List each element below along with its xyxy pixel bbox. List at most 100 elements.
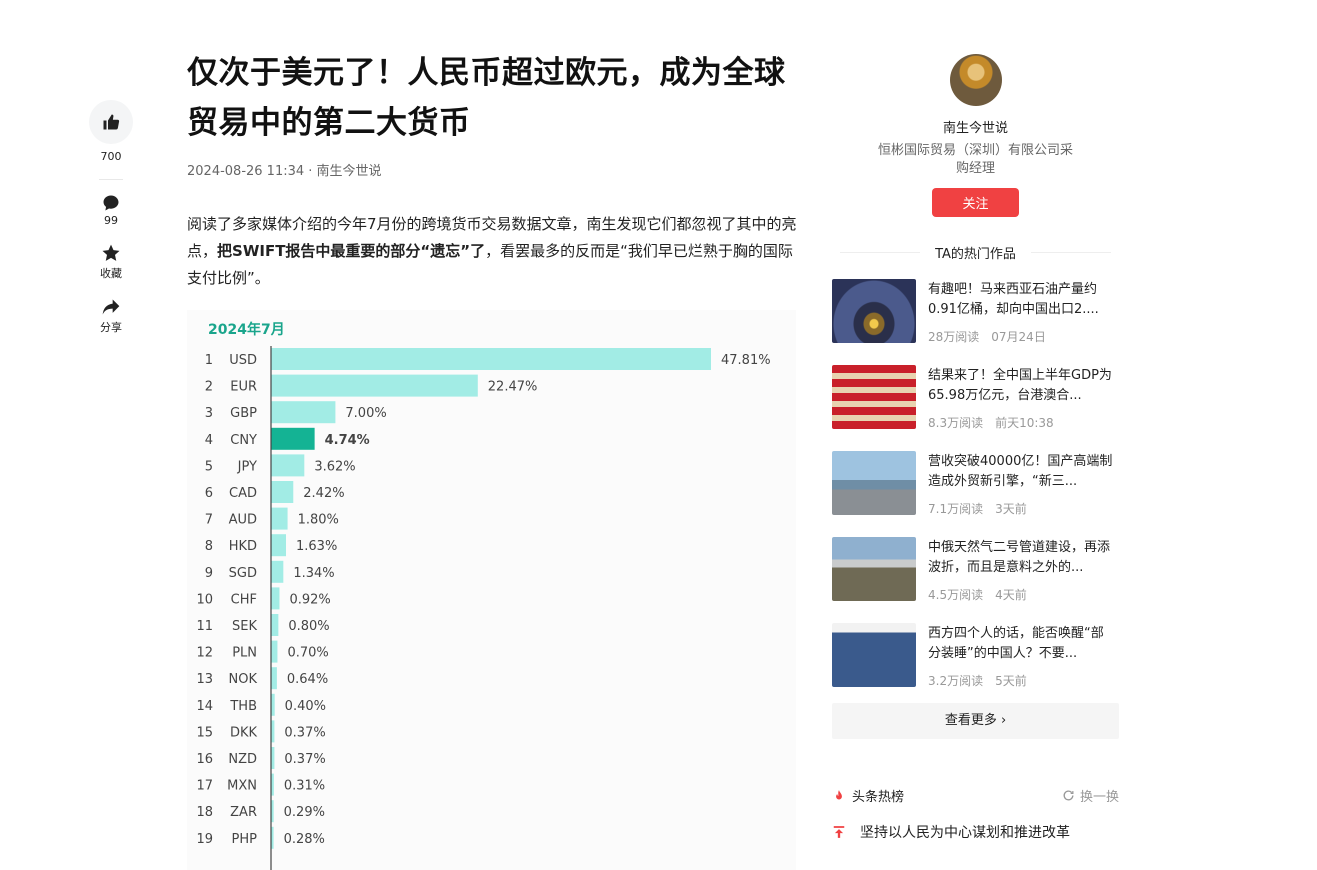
thumbnail-newspaper	[832, 365, 916, 429]
bar-chf	[271, 587, 280, 610]
author-name[interactable]: 南生今世说	[832, 117, 1119, 136]
rank-label: 10	[196, 592, 213, 607]
rank-label: 15	[196, 725, 213, 740]
currency-label: SGD	[229, 566, 257, 581]
bar-sek	[271, 614, 279, 636]
list-item-date: 5天前	[995, 674, 1027, 688]
follow-button[interactable]: 关注	[932, 188, 1019, 217]
pin-top-icon	[833, 826, 845, 838]
flame-icon	[836, 789, 842, 799]
like-button[interactable]	[89, 100, 133, 144]
list-item-title: 有趣吧！马来西亚石油产量约0.91亿桶，却向中国出口2....	[928, 282, 1099, 317]
rank-label: 5	[205, 459, 213, 474]
thumbnail-speaker	[832, 623, 916, 687]
paragraph-bold-text: 把SWIFT报告中最重要的部分“遗忘”了	[217, 242, 486, 260]
list-item-meta: 3.2万阅读 5天前	[928, 672, 1116, 689]
rank-label: 1	[205, 353, 213, 368]
refresh-button[interactable]: 换一换	[1062, 786, 1119, 805]
currency-label: PLN	[232, 646, 257, 661]
currency-label: NZD	[228, 752, 257, 767]
share-label: 分享	[100, 321, 122, 334]
list-item-views: 3.2万阅读	[928, 674, 984, 688]
currency-label: CNY	[230, 433, 257, 448]
bar-aud	[271, 507, 288, 530]
currency-label: ZAR	[230, 805, 257, 820]
value-label: 0.80%	[288, 619, 329, 634]
author-avatar[interactable]	[949, 54, 1002, 106]
currency-label: HKD	[229, 539, 257, 554]
value-label: 3.62%	[314, 459, 355, 474]
value-label: 0.64%	[287, 672, 328, 687]
list-item-views: 8.3万阅读	[928, 416, 984, 430]
share-button[interactable]: 分享	[88, 297, 134, 335]
list-item-title: 结果来了！全中国上半年GDP为65.98万亿元，台港澳合...	[928, 368, 1112, 403]
currency-label: MXN	[227, 779, 257, 794]
see-more-label: 查看更多	[944, 713, 997, 728]
bar-cad	[271, 481, 294, 503]
value-label: 0.31%	[284, 779, 325, 794]
bar-sgd	[271, 560, 284, 583]
see-more-button[interactable]: 查看更多 ›	[832, 703, 1119, 739]
comment-button[interactable]: 99	[88, 194, 134, 227]
article-meta: 2024-08-26 11:34 · 南生今世说	[187, 164, 382, 179]
value-label: 22.47%	[488, 380, 538, 395]
list-item[interactable]: 营收突破40000亿！国产高端制造成外贸新引擎，“新三... 7.1万阅读 3天前	[832, 451, 1119, 516]
value-label: 0.70%	[287, 646, 328, 661]
list-item[interactable]: 有趣吧！马来西亚石油产量约0.91亿桶，却向中国出口2.... 28万阅读 07月…	[832, 279, 1119, 344]
currency-label: CAD	[229, 486, 257, 501]
toplist-header: 头条热榜 换一换	[832, 786, 1119, 805]
rank-label: 19	[196, 832, 213, 847]
hot-works-list: 有趣吧！马来西亚石油产量约0.91亿桶，却向中国出口2.... 28万阅读 07月…	[832, 279, 1119, 689]
comment-icon	[103, 195, 119, 211]
refresh-label: 换一换	[1079, 790, 1119, 805]
list-item-date: 3天前	[995, 502, 1027, 516]
rank-label: 17	[196, 779, 213, 794]
refresh-icon	[1063, 790, 1074, 801]
author-bio: 恒彬国际贸易（深圳）有限公司采购经理	[877, 143, 1073, 176]
thumbnail-oil-drop	[832, 279, 916, 343]
list-item[interactable]: 中俄天然气二号管道建设，再添波折，而且是意料之外的... 4.5万阅读 4天前	[832, 537, 1119, 603]
thumbnail-pipeline	[832, 537, 916, 601]
list-item-date: 前天10:38	[995, 416, 1054, 430]
list-item-date: 4天前	[995, 588, 1027, 602]
list-item[interactable]: 结果来了！全中国上半年GDP为65.98万亿元，台港澳合... 8.3万阅读 前天…	[832, 365, 1119, 431]
rank-label: 12	[196, 646, 213, 661]
like-count: 700	[100, 150, 122, 163]
list-item-meta: 8.3万阅读 前天10:38	[928, 414, 1116, 431]
toplist-item[interactable]: 坚持以人民为中心谋划和推进改革	[832, 822, 1119, 842]
currency-label: NOK	[229, 672, 258, 687]
currency-label: CHF	[231, 592, 257, 607]
value-label: 7.00%	[345, 406, 386, 421]
list-item-meta: 4.5万阅读 4天前	[928, 586, 1116, 603]
currency-label: JPY	[237, 459, 257, 474]
value-label: 47.81%	[721, 353, 771, 368]
bar-pln	[271, 640, 278, 663]
article: 仅次于美元了！人民币超过欧元，成为全球贸易中的第二大货币 2024-08-26 …	[187, 48, 799, 292]
rank-label: 6	[205, 486, 213, 501]
list-item-title: 西方四个人的话，能否唤醒“部分装睡”的中国人？不要...	[928, 626, 1104, 661]
bar-hkd	[271, 534, 287, 557]
value-label: 1.63%	[296, 539, 337, 554]
list-item-views: 7.1万阅读	[928, 502, 984, 516]
currency-label: PHP	[232, 832, 258, 847]
rank-label: 8	[205, 539, 213, 554]
list-item[interactable]: 西方四个人的话，能否唤醒“部分装睡”的中国人？不要... 3.2万阅读 5天前	[832, 623, 1119, 689]
value-label: 0.37%	[284, 752, 325, 767]
rank-label: 11	[196, 619, 213, 634]
favorite-button[interactable]: 收藏	[88, 243, 134, 281]
currency-label: DKK	[230, 725, 258, 740]
value-label: 0.40%	[285, 699, 326, 714]
comment-count: 99	[104, 214, 118, 227]
bar-eur	[271, 374, 478, 397]
bar-cny	[271, 427, 315, 450]
list-item-date: 07月24日	[991, 330, 1046, 344]
rank-label: 4	[205, 433, 213, 448]
sidebar: 南生今世说 恒彬国际贸易（深圳）有限公司采购经理 关注 TA的热门作品 有趣吧！…	[832, 54, 1119, 842]
chevron-right-icon: ›	[1000, 713, 1007, 728]
currency-label: USD	[229, 353, 257, 368]
currency-label: AUD	[229, 513, 257, 528]
thumbs-up-icon	[103, 114, 120, 130]
value-label: 0.92%	[289, 592, 330, 607]
rank-label: 9	[205, 566, 213, 581]
value-label: 0.29%	[284, 805, 325, 820]
